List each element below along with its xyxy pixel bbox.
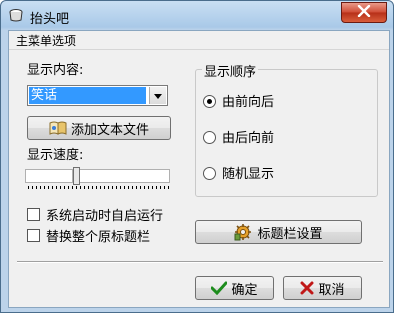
order-backward-label: 由后向前 xyxy=(222,131,275,146)
slider-tick xyxy=(108,186,109,189)
close-icon xyxy=(357,4,371,21)
x-icon xyxy=(300,281,314,295)
display-content-label: 显示内容: xyxy=(27,63,84,78)
slider-tick xyxy=(124,186,125,189)
speed-slider[interactable] xyxy=(25,167,171,185)
slider-tick xyxy=(44,186,45,189)
dialog-client: 主菜单选项 显示内容: 笑话 添加文本文件 显示速度: 系统启动时自启运行 替换… xyxy=(8,30,390,308)
titlebar-settings-label: 标题栏设置 xyxy=(257,226,323,242)
slider-tick xyxy=(96,186,97,189)
add-text-file-label: 添加文本文件 xyxy=(70,122,149,138)
slider-tick xyxy=(84,186,85,189)
book-icon xyxy=(49,120,67,136)
slider-tick xyxy=(60,186,61,189)
slider-tick xyxy=(152,186,153,189)
autostart-checkbox[interactable] xyxy=(27,208,40,221)
slider-tick xyxy=(164,186,165,189)
chevron-down-icon xyxy=(154,88,162,103)
display-order-group: 显示顺序 由前向后 由后向前 随机显示 xyxy=(195,61,378,197)
slider-tick xyxy=(136,186,137,189)
slider-tick xyxy=(36,186,37,189)
slider-track-left xyxy=(25,169,73,183)
slider-tick xyxy=(40,186,41,189)
cancel-button[interactable]: 取消 xyxy=(283,276,362,300)
title-bar[interactable]: 抬头吧 xyxy=(1,1,393,30)
slider-tick xyxy=(160,186,161,189)
radio-selected-dot xyxy=(207,99,212,104)
slider-tick xyxy=(168,186,169,189)
check-icon xyxy=(211,281,228,295)
slider-ticks xyxy=(28,186,169,189)
menu-bar: 主菜单选项 xyxy=(9,31,389,50)
slider-tick xyxy=(148,186,149,189)
ok-button[interactable]: 确定 xyxy=(195,276,274,300)
slider-tick xyxy=(104,186,105,189)
slider-tick xyxy=(128,186,129,189)
dialog-window: 抬头吧 主菜单选项 显示内容: 笑话 添加文本文件 显示速度: 系统启动时自启运… xyxy=(0,0,394,313)
order-random-label: 随机显示 xyxy=(222,167,275,182)
slider-tick xyxy=(52,186,53,189)
slider-tick xyxy=(88,186,89,189)
autostart-label: 系统启动时自启运行 xyxy=(46,209,164,224)
order-random-radio[interactable] xyxy=(203,167,216,180)
slider-tick xyxy=(112,186,113,189)
replace-title-checkbox[interactable] xyxy=(27,229,40,242)
slider-tick xyxy=(76,186,77,189)
slider-tick xyxy=(92,186,93,189)
cancel-label: 取消 xyxy=(318,282,345,298)
order-forward-radio[interactable] xyxy=(203,95,216,108)
slider-tick xyxy=(32,186,33,189)
slider-tick xyxy=(28,186,29,189)
slider-tick xyxy=(144,186,145,189)
ok-label: 确定 xyxy=(231,282,258,298)
slider-tick xyxy=(64,186,65,189)
gear-icon xyxy=(234,223,252,241)
slider-tick xyxy=(156,186,157,189)
display-content-value: 笑话 xyxy=(29,87,146,104)
slider-tick xyxy=(116,186,117,189)
slider-tick xyxy=(120,186,121,189)
dropdown-button[interactable] xyxy=(149,87,166,104)
slider-track-right xyxy=(79,169,170,183)
slider-tick xyxy=(68,186,69,189)
order-backward-radio[interactable] xyxy=(203,131,216,144)
display-order-title: 显示顺序 xyxy=(202,61,259,80)
slider-tick xyxy=(56,186,57,189)
add-text-file-button[interactable]: 添加文本文件 xyxy=(27,116,171,140)
slider-tick xyxy=(48,186,49,189)
slider-tick xyxy=(80,186,81,189)
cup-icon xyxy=(8,7,24,23)
footer-separator xyxy=(17,261,383,263)
menu-main-options[interactable]: 主菜单选项 xyxy=(13,32,79,49)
slider-tick xyxy=(132,186,133,189)
replace-title-label: 替换整个原标题栏 xyxy=(46,230,151,245)
slider-tick xyxy=(140,186,141,189)
slider-tick xyxy=(100,186,101,189)
window-title: 抬头吧 xyxy=(30,12,70,27)
slider-thumb[interactable] xyxy=(73,167,80,185)
display-speed-label: 显示速度: xyxy=(27,148,84,163)
slider-tick xyxy=(72,186,73,189)
order-forward-label: 由前向后 xyxy=(222,95,275,110)
titlebar-settings-button[interactable]: 标题栏设置 xyxy=(195,220,362,244)
close-button[interactable] xyxy=(341,2,387,23)
display-content-select[interactable]: 笑话 xyxy=(27,85,168,106)
